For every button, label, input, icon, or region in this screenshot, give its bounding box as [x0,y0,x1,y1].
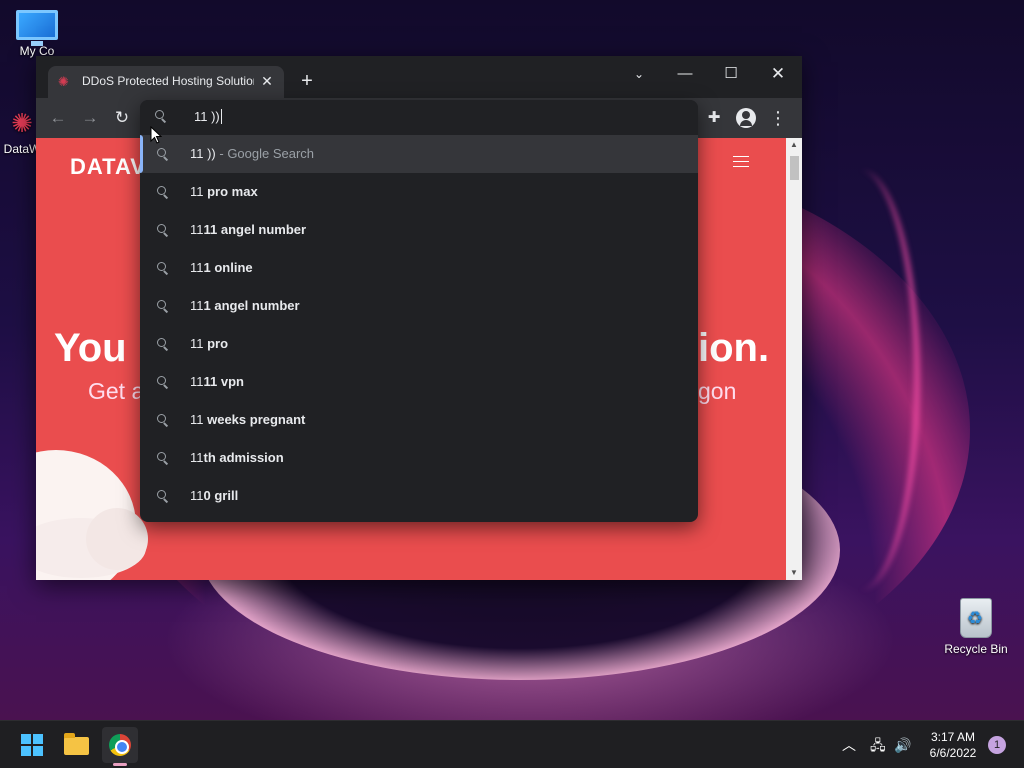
kebab-menu-icon[interactable]: ⋮ [766,106,790,130]
scroll-up-arrow-icon[interactable]: ▲ [789,140,799,150]
running-indicator [113,763,127,766]
suggestion-text: 110 grill [190,488,239,503]
hamburger-menu-icon[interactable] [726,152,756,176]
chevron-up-icon[interactable]: ︿ [842,721,856,768]
hero-subheading-right: gon [698,378,737,404]
suggestion-text: 111 angel number [190,298,300,313]
search-icon [156,185,170,199]
maximize-button[interactable]: ☐ [716,62,746,86]
tab-strip: ✺ DDoS Protected Hosting Solution ✕ + ⌄ … [36,56,802,98]
cloud-illustration [86,508,148,570]
suggestion-text: 11 pro [190,336,229,351]
new-tab-button[interactable]: + [296,70,318,92]
hero-subheading-left: Get a [88,378,145,404]
close-window-button[interactable]: ✕ [763,62,793,86]
suggestion-text: 11 weeks pregnant [190,412,306,427]
desktop-icon-my-computer[interactable]: My Co [2,10,72,58]
search-icon [156,413,170,427]
search-icon [156,299,170,313]
suggestion-text: 11th admission [190,450,284,465]
clock-time: 3:17 AM [930,730,976,744]
suggestion-item[interactable]: 11 pro max [140,173,698,211]
forward-arrow-icon[interactable]: → [78,106,102,130]
suggestion-text: 1111 vpn [190,374,244,389]
search-icon [156,489,170,503]
computer-icon [16,10,58,46]
recycle-bin-icon [960,598,992,638]
tab-search-icon[interactable]: ⌄ [624,62,654,86]
system-clock[interactable]: 3:17 AM 6/6/2022 [918,729,988,761]
taskbar: ︿ 🖧 🔊 3:17 AM 6/6/2022 1 [0,720,1024,768]
page-scrollbar[interactable]: ▲ ▼ [786,138,802,580]
omnibox-dropdown: 11 )) 11 )) - Google Search 11 pro max 111… [140,100,698,522]
chrome-taskbar-button[interactable] [102,727,138,763]
mouse-cursor-icon [150,126,162,144]
start-button[interactable] [14,727,50,763]
suggestion-item[interactable]: 11 )) - Google Search [140,135,698,173]
file-explorer-button[interactable] [58,727,94,763]
suggestion-text: 1111 angel number [190,222,307,237]
network-icon[interactable]: 🖧 [870,721,886,768]
suggestion-text: 11 pro max [190,184,258,199]
extensions-puzzle-icon[interactable]: ✚ [702,106,726,130]
search-icon [154,109,170,125]
windows-logo-icon [21,734,43,756]
scrollbar-thumb[interactable] [790,156,799,180]
suggestion-item[interactable]: 11th admission [140,439,698,477]
suggestion-item[interactable]: 1111 angel number [140,211,698,249]
back-arrow-icon[interactable]: ← [46,106,70,130]
tab-title: DDoS Protected Hosting Solution [82,74,254,88]
suggestion-item[interactable]: 1111 vpn [140,363,698,401]
desktop-icon-label: Recycle Bin [944,642,1008,656]
chrome-icon [109,734,131,756]
datawagon-logo-icon: ✺ [58,74,69,89]
address-input[interactable]: 11 )) [194,109,222,124]
folder-icon [64,733,89,755]
suggestion-list: 11 )) - Google Search 11 pro max 1111 ange… [140,135,698,515]
desktop-icon-recycle-bin[interactable]: Recycle Bin [940,598,1012,656]
suggestion-text: 11 )) - Google Search [190,146,315,161]
hero-heading-right: ion. [698,326,770,370]
profile-avatar-icon[interactable] [734,106,758,130]
search-icon [156,375,170,389]
search-icon [156,451,170,465]
search-icon [156,147,170,161]
search-icon [156,337,170,351]
wallpaper-ring [800,170,920,590]
suggestion-subtext: - Google Search [215,146,315,161]
scroll-down-arrow-icon[interactable]: ▼ [789,568,799,578]
datawagon-logo-icon: ✺ [11,108,33,138]
tab-close-icon[interactable]: ✕ [258,72,276,90]
search-icon [156,261,170,275]
search-icon [156,223,170,237]
minimize-button[interactable]: — [670,62,700,86]
tab-active[interactable]: ✺ DDoS Protected Hosting Solution ✕ [48,66,284,98]
address-bar[interactable]: 11 )) [140,100,698,134]
suggestion-text: 111 online [190,260,253,275]
suggestion-item[interactable]: 111 online [140,249,698,287]
site-logo-text[interactable]: DATAV [70,154,146,180]
hero-heading-left: You l [54,326,149,370]
clock-date: 6/6/2022 [929,746,977,760]
suggestion-item[interactable]: 110 grill [140,477,698,515]
suggestion-item[interactable]: 11 weeks pregnant [140,401,698,439]
notification-badge[interactable]: 1 [988,736,1006,754]
suggestion-item[interactable]: 11 pro [140,325,698,363]
reload-icon[interactable]: ↻ [110,106,134,130]
suggestion-item[interactable]: 111 angel number [140,287,698,325]
volume-icon[interactable]: 🔊 [894,721,911,768]
